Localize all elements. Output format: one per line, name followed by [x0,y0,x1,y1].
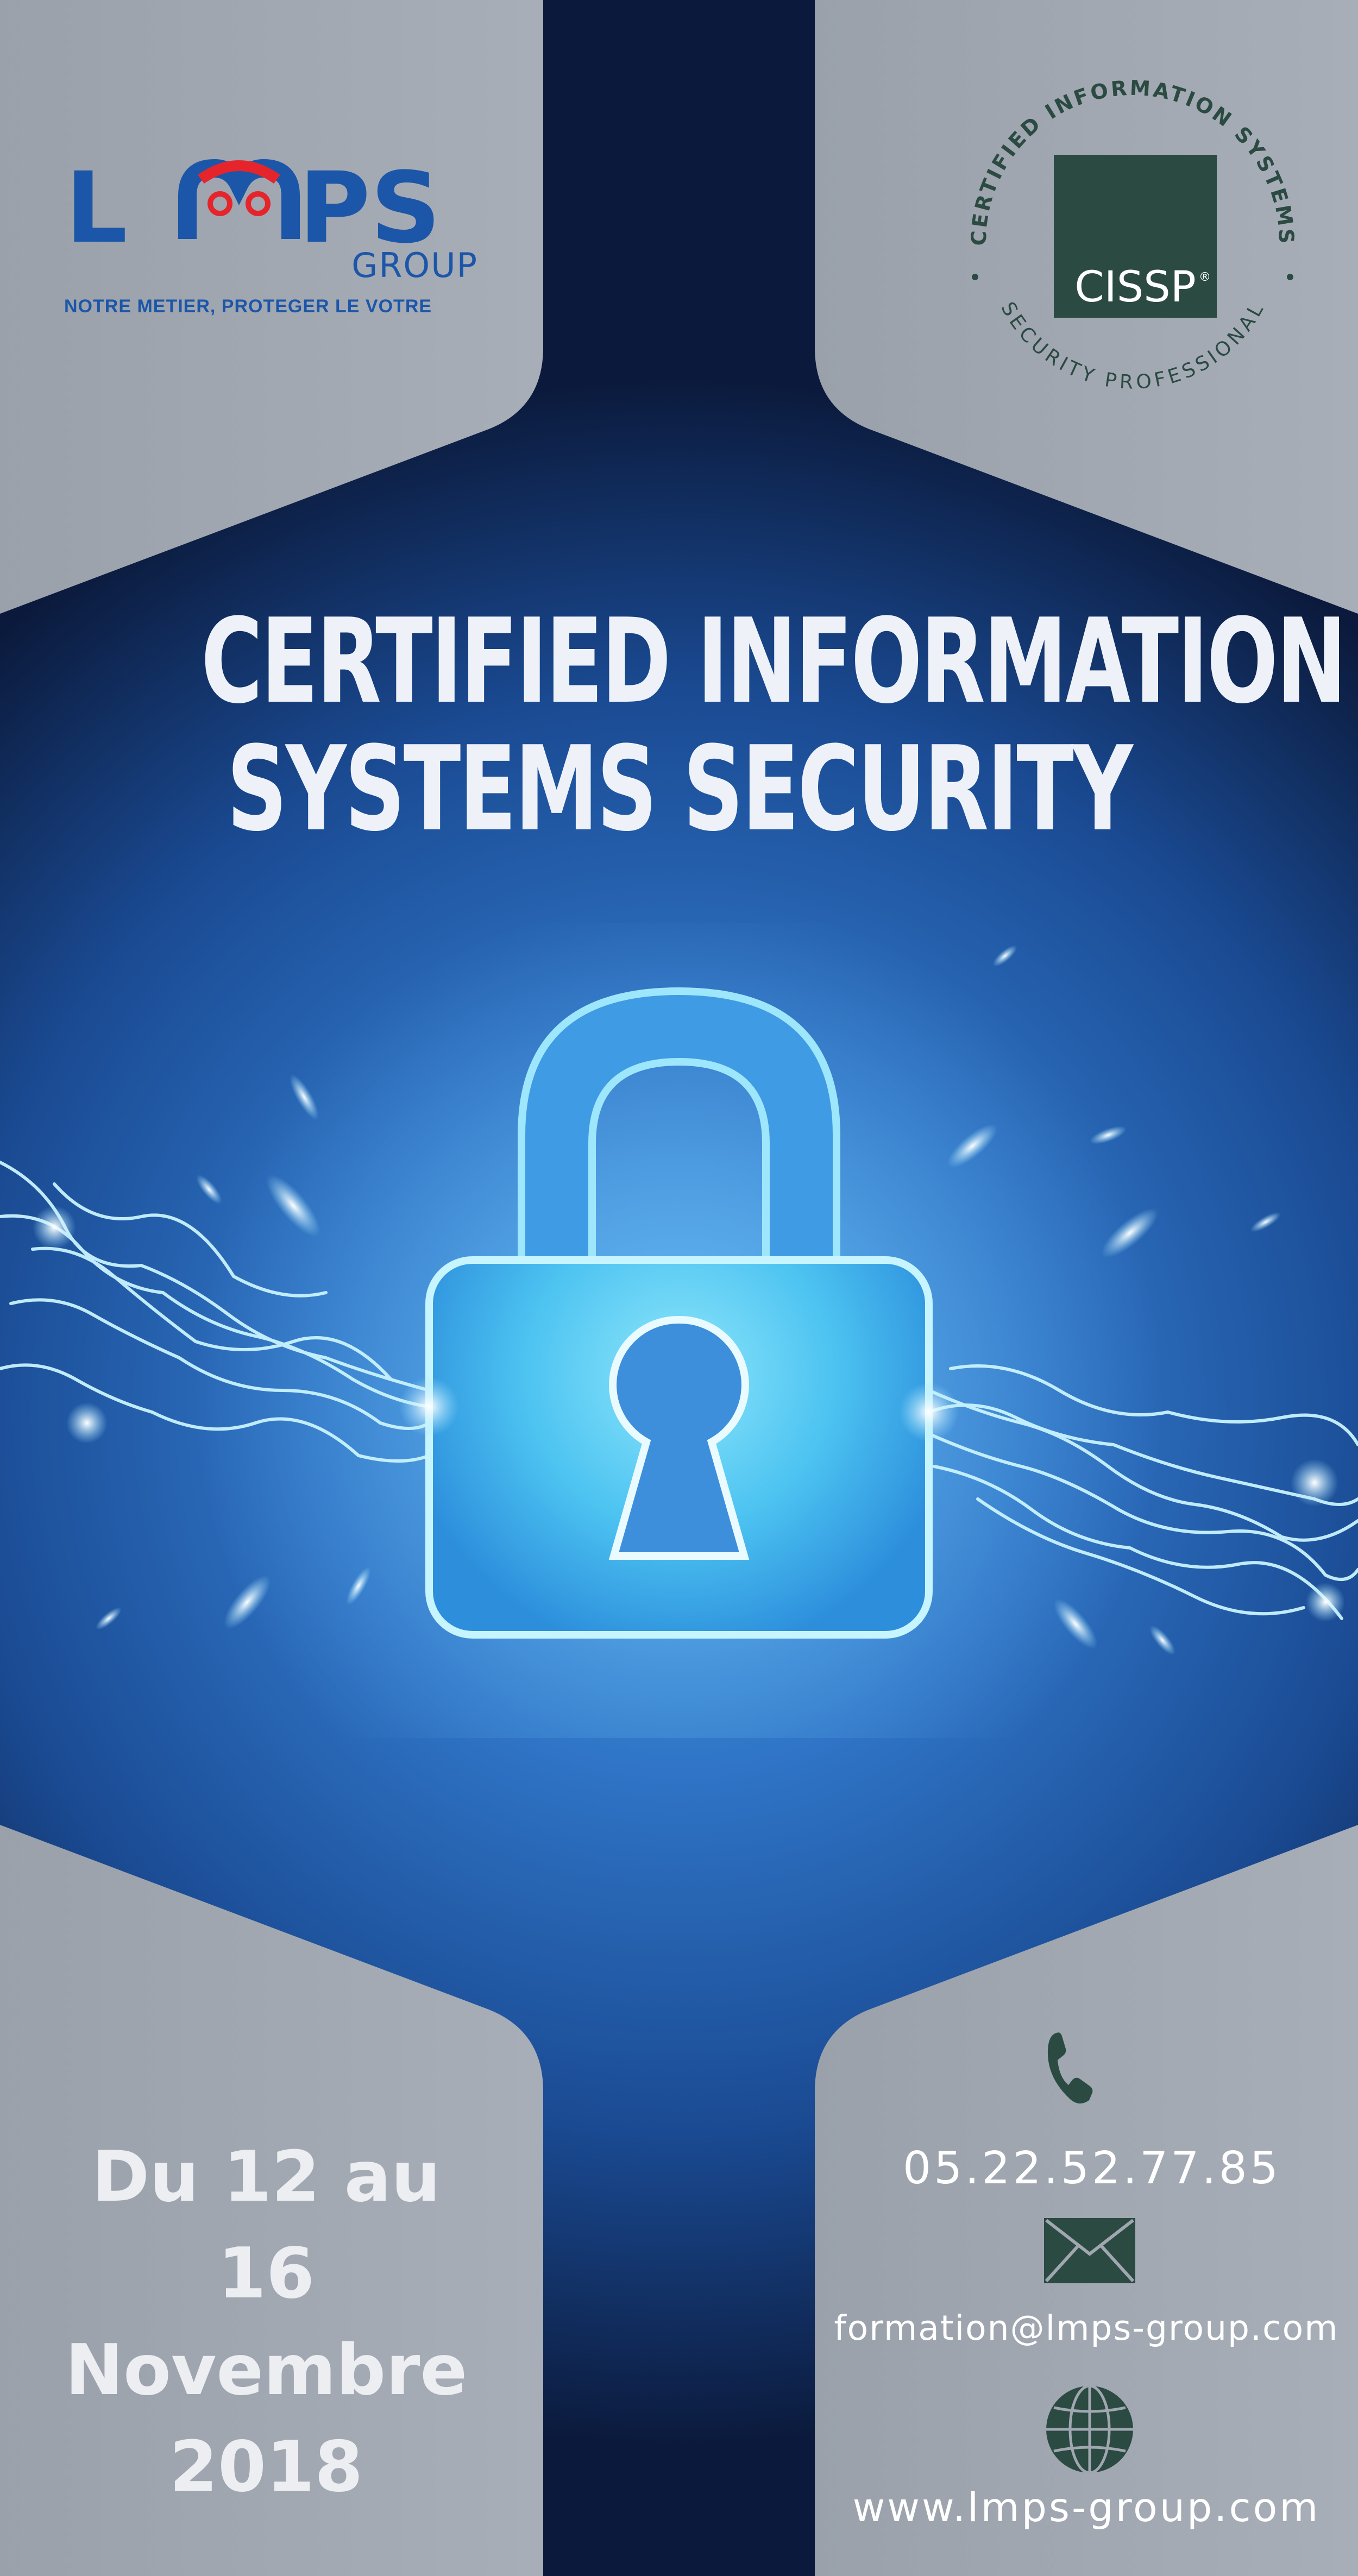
logo-owl-icon [178,159,300,239]
logo-tagline: NOTRE METIER, PROTEGER LE VOTRE [64,296,432,317]
cissp-seal: CERTIFIED INFORMATION SYSTEMS SECURITY P… [967,75,1297,393]
logo-letter-l: L [65,158,128,265]
event-date-line-2: 16 Novembre [65,2233,468,2411]
cissp-registered-mark: ® [1199,270,1211,284]
headline-line-2: SYSTEMS SECURITY [227,721,1133,857]
event-date: Du 12 au 16 Novembre 2018 [11,2129,521,2516]
poster: L PS GROUP NOTRE METIER, PROTEGER LE VOT… [0,0,1358,2576]
globe-icon [1046,2384,1133,2474]
contact-website[interactable]: www.lmps-group.com [815,2485,1358,2531]
logo-group-text: GROUP [351,245,478,285]
phone-icon [1047,2032,1093,2104]
contact-phone[interactable]: 05.22.52.77.85 [815,2143,1358,2194]
mail-icon [1044,2218,1135,2283]
event-date-line-1: Du 12 au [91,2137,441,2218]
headline: CERTIFIED INFORMATION SYSTEMS SECURITY [201,593,1347,857]
event-date-line-3: 2018 [169,2427,363,2508]
headline-line-1: CERTIFIED INFORMATION [201,593,1347,729]
padlock-icon [0,923,1358,1738]
cissp-badge-label: CISSP [1074,263,1196,312]
contact-email[interactable]: formation@lmps-group.com [815,2308,1358,2348]
